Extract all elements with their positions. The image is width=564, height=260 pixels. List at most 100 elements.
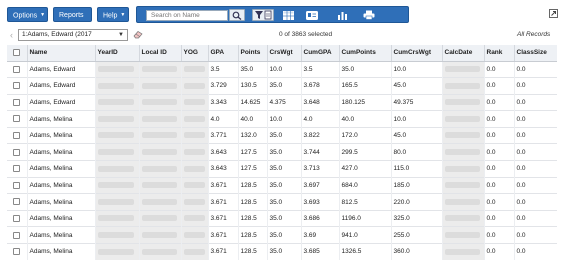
cell-cumgpa: 3.648 [301, 94, 340, 111]
row-checkbox[interactable] [13, 198, 21, 206]
cell-rank: 0.0 [484, 226, 515, 244]
cell-yog [181, 210, 209, 227]
reports-menu-button[interactable]: Reports▼ [53, 7, 92, 33]
cell-calcdate [442, 77, 485, 95]
search-input[interactable] [146, 10, 228, 21]
cell-calcdate [442, 61, 485, 78]
header-name[interactable]: Name [27, 45, 96, 62]
popout-icon[interactable] [549, 9, 558, 18]
print-button[interactable] [361, 9, 377, 21]
table-row[interactable]: Adams, Edward 3.729 130.5 35.0 3.678 165.5 45.… [7, 77, 557, 95]
record-select[interactable]: 1:Adams, Edward (2017 ▼ [18, 29, 128, 41]
cell-local-id [139, 193, 182, 211]
header-classsize[interactable]: ClassSize [514, 45, 557, 62]
table-row[interactable]: Adams, Melina 3.671 128.5 35.0 3.69 941.0 255.… [7, 226, 557, 244]
cell-classsize: 0.0 [514, 77, 557, 95]
redacted-value [444, 66, 480, 73]
table-row[interactable]: Adams, Melina 3.643 127.5 35.0 3.713 427.0 115… [7, 160, 557, 178]
table-row[interactable]: Adams, Melina 3.671 128.5 35.0 3.693 812.5 220… [7, 193, 557, 211]
eraser-icon[interactable] [133, 30, 143, 39]
header-local-id[interactable]: Local ID [139, 45, 182, 62]
row-checkbox[interactable] [13, 165, 21, 173]
header-points[interactable]: Points [238, 45, 268, 62]
cell-local-id [139, 210, 182, 227]
table-row[interactable]: Adams, Melina 3.771 132.0 35.0 3.822 172.0 45.… [7, 127, 557, 144]
header-calcdate[interactable]: CalcDate [442, 45, 485, 62]
redacted-value [444, 182, 480, 189]
help-menu-button[interactable]: Help ▼ [97, 7, 129, 22]
row-checkbox[interactable] [13, 148, 21, 156]
cell-crswgt: 35.0 [267, 210, 302, 227]
header-crswgt[interactable]: CrsWgt [267, 45, 302, 62]
chart-button[interactable] [334, 9, 350, 21]
table-row[interactable]: Adams, Edward 3.343 14.625 4.375 3.648 180.12… [7, 94, 557, 111]
table-row[interactable]: Adams, Melina 3.671 128.5 35.0 3.686 1196.0 32… [7, 210, 557, 227]
record-navigation-bar: ‹ 1:Adams, Edward (2017 ▼ 0 of 3863 sele… [0, 28, 564, 42]
row-checkbox[interactable] [13, 98, 21, 106]
table-row[interactable]: Adams, Melina 3.671 128.5 35.0 3.685 1326.5 36… [7, 243, 557, 260]
table-row[interactable]: Adams, Edward 3.5 35.0 10.0 3.5 35.0 10.0 0.0 0.… [7, 61, 557, 78]
cell-name: Adams, Edward [27, 94, 96, 111]
header-gpa[interactable]: GPA [208, 45, 239, 62]
cell-cumpoints: 812.5 [339, 193, 392, 211]
header-year-id[interactable]: YearID [95, 45, 140, 62]
cell-year-id [95, 143, 140, 161]
table-row[interactable]: Adams, Melina 3.671 128.5 35.0 3.697 684.0 185… [7, 177, 557, 194]
cell-gpa: 3.771 [208, 127, 239, 144]
redacted-value [97, 232, 135, 239]
bar-chart-icon [337, 11, 347, 20]
table-row[interactable]: Adams, Melina 4.0 40.0 10.0 4.0 40.0 10.0 0.0 0.… [7, 110, 557, 128]
cell-local-id [139, 143, 182, 161]
cell-yog [181, 127, 209, 144]
cell-classsize: 0.0 [514, 127, 557, 144]
row-checkbox[interactable] [13, 132, 21, 140]
cell-name: Adams, Melina [27, 193, 96, 211]
redacted-value [444, 82, 480, 89]
cell-points: 128.5 [238, 177, 268, 194]
cell-crswgt: 35.0 [267, 193, 302, 211]
row-checkbox[interactable] [13, 181, 21, 189]
search-button[interactable] [229, 9, 245, 21]
cell-rank: 0.0 [484, 127, 515, 144]
table-header-row: Name YearID Local ID YOG GPA Points CrsW… [7, 45, 557, 62]
card-view-button[interactable] [304, 9, 320, 21]
header-yog[interactable]: YOG [181, 45, 209, 62]
cell-year-id [95, 177, 140, 194]
header-cumgpa[interactable]: CumGPA [301, 45, 340, 62]
redacted-value [444, 198, 480, 205]
caret-down-icon: ▼ [120, 12, 126, 18]
previous-record-icon[interactable]: ‹ [10, 30, 18, 40]
all-records-label[interactable]: All Records [517, 31, 550, 38]
row-checkbox[interactable] [13, 215, 21, 223]
grid-view-button[interactable] [280, 9, 296, 21]
row-checkbox[interactable] [13, 82, 21, 90]
cell-yog [181, 143, 209, 161]
header-cumpoints[interactable]: CumPoints [339, 45, 392, 62]
cell-gpa: 3.671 [208, 193, 239, 211]
cell-rank: 0.0 [484, 94, 515, 111]
cell-points: 128.5 [238, 193, 268, 211]
header-rank[interactable]: Rank [484, 45, 515, 62]
cell-crswgt: 10.0 [267, 110, 302, 128]
cell-points: 40.0 [238, 110, 268, 128]
row-checkbox[interactable] [13, 231, 21, 239]
select-all-checkbox[interactable] [13, 49, 21, 57]
row-checkbox[interactable] [13, 115, 21, 123]
cell-cumpoints: 1326.5 [339, 243, 392, 260]
cell-cumgpa: 3.685 [301, 243, 340, 260]
cell-local-id [139, 226, 182, 244]
row-checkbox-cell [7, 177, 28, 194]
cell-rank: 0.0 [484, 210, 515, 227]
row-checkbox[interactable] [13, 65, 21, 73]
cell-points: 127.5 [238, 143, 268, 161]
redacted-value [444, 165, 480, 172]
filter-button[interactable] [252, 9, 274, 21]
cell-yog [181, 243, 209, 260]
table-row[interactable]: Adams, Melina 3.643 127.5 35.0 3.744 299.5 80.… [7, 143, 557, 161]
cell-local-id [139, 110, 182, 128]
row-checkbox[interactable] [13, 248, 21, 256]
redacted-value [97, 132, 135, 139]
options-menu-button[interactable]: Options ▼ [7, 7, 48, 22]
header-cumcrswgt[interactable]: CumCrsWgt [391, 45, 443, 62]
cell-name: Adams, Melina [27, 210, 96, 227]
